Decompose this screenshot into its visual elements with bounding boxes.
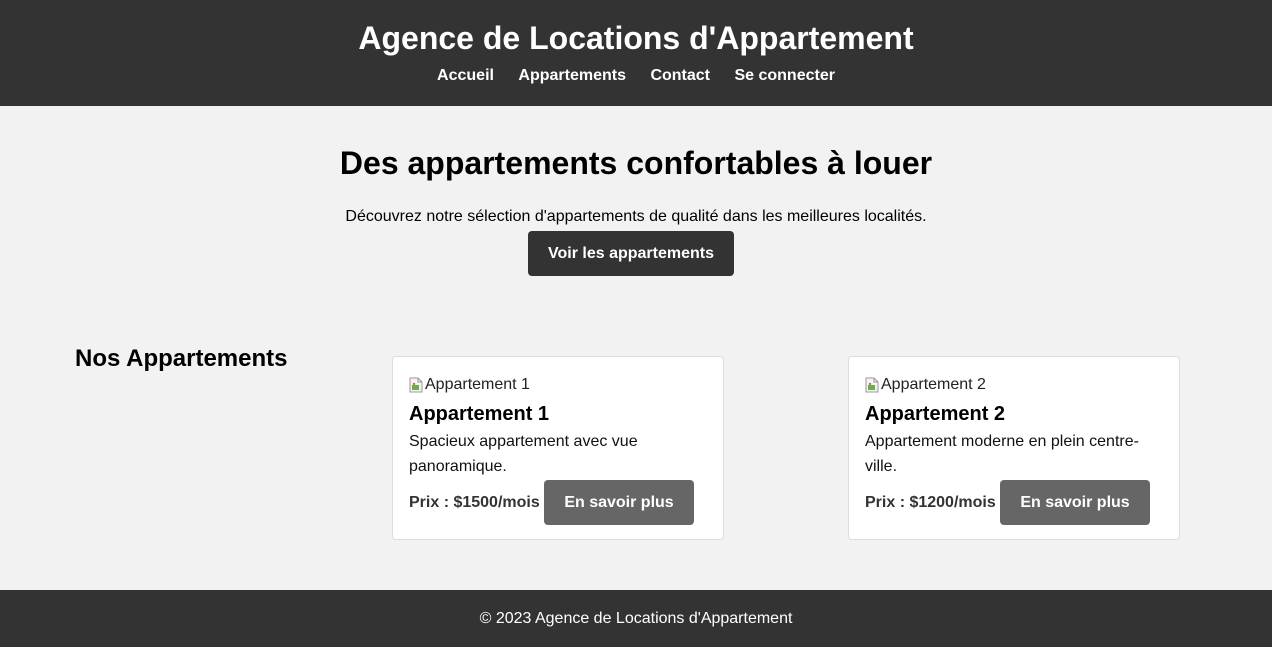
site-footer: © 2023 Agence de Locations d'Appartement <box>0 590 1272 647</box>
apartment-description: Spacieux appartement avec vue panoramiqu… <box>409 433 638 475</box>
apartment-price: Prix : $1200/mois <box>865 494 996 511</box>
apartment-price: Prix : $1500/mois <box>409 494 540 511</box>
broken-image-icon <box>865 377 879 393</box>
more-info-button[interactable]: En savoir plus <box>544 480 694 525</box>
apartment-description: Appartement moderne en plein centre-vill… <box>865 433 1139 475</box>
site-header: Agence de Locations d'Appartement Accuei… <box>0 0 1272 106</box>
apartment-image: Appartement 1 <box>409 375 530 395</box>
footer-copyright: © 2023 Agence de Locations d'Appartement <box>479 610 793 627</box>
site-title: Agence de Locations d'Appartement <box>358 20 914 56</box>
nav-link-contact[interactable]: Contact <box>650 67 710 84</box>
apartment-image-alt: Appartement 2 <box>881 376 986 393</box>
nav-link-appartements[interactable]: Appartements <box>518 67 626 84</box>
more-info-button[interactable]: En savoir plus <box>1000 480 1150 525</box>
main-nav: Accueil Appartements Contact Se connecte… <box>0 66 1272 86</box>
apartment-image: Appartement 2 <box>865 375 986 395</box>
apartment-title: Appartement 2 <box>865 403 1006 425</box>
apartment-card: Appartement 1 Appartement 1 Spacieux app… <box>392 356 724 540</box>
section-title: Nos Appartements <box>75 345 288 372</box>
view-apartments-button[interactable]: Voir les appartements <box>528 231 734 276</box>
hero-text: Découvrez notre sélection d'appartements… <box>345 208 927 225</box>
nav-link-accueil[interactable]: Accueil <box>437 67 494 84</box>
apartment-image-alt: Appartement 1 <box>425 376 530 393</box>
broken-image-icon <box>409 377 423 393</box>
nav-link-se-connecter[interactable]: Se connecter <box>734 67 834 84</box>
apartment-card: Appartement 2 Appartement 2 Appartement … <box>848 356 1180 540</box>
hero-title: Des appartements confortables à louer <box>339 145 933 181</box>
apartment-title: Appartement 1 <box>409 403 550 425</box>
